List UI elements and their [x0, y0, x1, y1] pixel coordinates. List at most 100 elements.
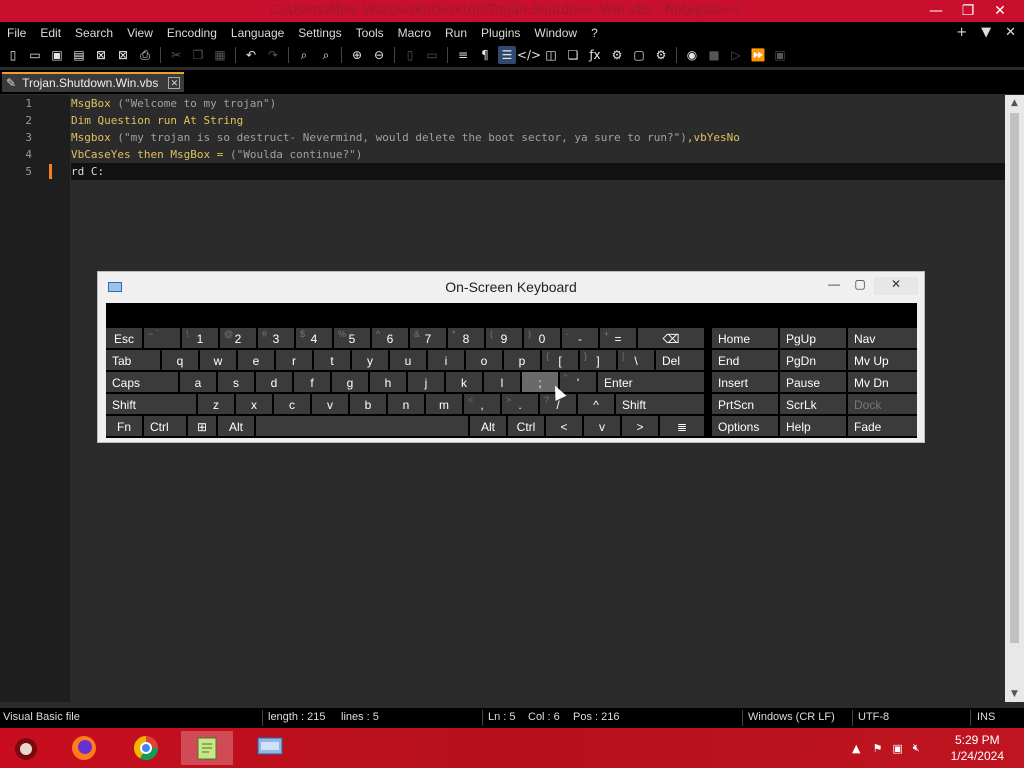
close-doc-icon[interactable]: ✕ [1005, 25, 1016, 40]
show-all-chars-icon[interactable]: ¶ [476, 46, 494, 64]
osk-maximize-icon[interactable]: ▢ [850, 277, 870, 295]
code-line[interactable]: VbCaseYes then MsgBox = ("Woulda continu… [71, 146, 362, 163]
osk-key[interactable]: Enter [598, 372, 704, 392]
firefox-taskbar-button[interactable] [58, 731, 110, 765]
osk-key[interactable]: % 5 [334, 328, 370, 348]
osk-key[interactable]: w [200, 350, 236, 370]
osk-key[interactable]: d [256, 372, 292, 392]
osk-nav-key[interactable]: PgUp [780, 328, 846, 348]
sync-horizontal-icon[interactable]: ▭ [423, 46, 441, 64]
print-icon[interactable]: ⎙ [136, 46, 154, 64]
osk-key[interactable]: n [388, 394, 424, 414]
show-hidden-icons-icon[interactable]: ▲ [852, 742, 860, 755]
osk-close-icon[interactable]: ✕ [874, 277, 918, 295]
osk-key[interactable]: r [276, 350, 312, 370]
xml-tag-icon[interactable]: </> [517, 46, 541, 64]
cut-icon[interactable]: ✂ [167, 46, 185, 64]
osk-nav-key[interactable]: End [712, 350, 778, 370]
word-wrap-icon[interactable]: ≡ [454, 46, 472, 64]
undo-icon[interactable]: ↶ [242, 46, 260, 64]
osk-key[interactable]: Fn [106, 416, 142, 436]
osk-key[interactable]: ) 0 [524, 328, 560, 348]
tab-close-icon[interactable]: ✕ [168, 77, 181, 89]
osk-key[interactable]: " ' [560, 372, 596, 392]
osk-nav-key[interactable]: Help [780, 416, 846, 436]
new-file-icon[interactable]: ▯ [4, 46, 22, 64]
close-icon[interactable]: ✕ [984, 0, 1016, 22]
osk-key[interactable]: > [622, 416, 658, 436]
sync-vertical-icon[interactable]: ▯ [401, 46, 419, 64]
osk-key[interactable]: e [238, 350, 274, 370]
osk-key[interactable]: Ctrl [508, 416, 544, 436]
scroll-thumb[interactable] [1010, 113, 1019, 643]
encoding[interactable]: UTF-8 [858, 711, 889, 723]
osk-key[interactable]: Shift [106, 394, 196, 414]
action-center-flag-icon[interactable]: ⚑ [872, 742, 882, 755]
osk-key[interactable]: Alt [470, 416, 506, 436]
osk-key[interactable]: j [408, 372, 444, 392]
menu-run[interactable]: Run [438, 26, 474, 40]
osk-key[interactable]: Del [656, 350, 704, 370]
osk-nav-key[interactable]: Mv Up [848, 350, 917, 370]
scroll-down-icon[interactable]: ▼ [1005, 686, 1024, 702]
osk-key[interactable]: b [350, 394, 386, 414]
osk-key[interactable]: c [274, 394, 310, 414]
start-button[interactable] [0, 731, 52, 765]
osk-key[interactable]: g [332, 372, 368, 392]
osk-key[interactable]: u [390, 350, 426, 370]
menu-macro[interactable]: Macro [391, 26, 438, 40]
osk-key[interactable]: + = [600, 328, 636, 348]
osk-key[interactable]: a [180, 372, 216, 392]
osk-key[interactable]: k [446, 372, 482, 392]
osk-taskbar-button[interactable] [244, 731, 296, 765]
title-bar[interactable]: C:\Users\Mike Wazowski\Desktop\Trojan.Sh… [0, 0, 1024, 22]
vertical-scrollbar[interactable]: ▲ ▼ [1005, 95, 1024, 702]
osk-key[interactable]: ≣ [660, 416, 704, 436]
osk-nav-key[interactable]: Fade [848, 416, 917, 436]
osk-key[interactable]: < [546, 416, 582, 436]
volume-muted-icon[interactable]: 🔇︎ [913, 741, 920, 755]
notepadpp-taskbar-button[interactable] [181, 731, 233, 765]
osk-nav-key[interactable]: Options [712, 416, 778, 436]
osk-minimize-icon[interactable]: — [824, 277, 844, 295]
zoom-out-icon[interactable]: ⊖ [370, 46, 388, 64]
save-macro-icon[interactable]: ▣ [771, 46, 789, 64]
osk-key[interactable]: p [504, 350, 540, 370]
osk-key[interactable]: @2 [220, 328, 256, 348]
osk-key[interactable]: -- [562, 328, 598, 348]
osk-key[interactable]: Esc [106, 328, 142, 348]
osk-key[interactable]: z [198, 394, 234, 414]
osk-key[interactable]: ! 1 [182, 328, 218, 348]
menu-search[interactable]: Search [68, 26, 120, 40]
osk-key[interactable]: >. [502, 394, 538, 414]
copy-icon[interactable]: ❐ [189, 46, 207, 64]
osk-key[interactable]: Caps [106, 372, 178, 392]
osk-nav-key[interactable]: Insert [712, 372, 778, 392]
save-all-icon[interactable]: ▤ [70, 46, 88, 64]
menu-view[interactable]: View [120, 26, 160, 40]
osk-key[interactable]: Ctrl [144, 416, 186, 436]
osk-key[interactable]: | \ [618, 350, 654, 370]
osk-title-bar[interactable]: On-Screen Keyboard — ▢ ✕ [98, 272, 924, 302]
code-line[interactable]: Msgbox ("my trojan is so destruct- Never… [71, 129, 740, 146]
zoom-in-icon[interactable]: ⊕ [348, 46, 366, 64]
code-line[interactable]: MsgBox ("Welcome to my trojan") [71, 95, 276, 112]
osk-nav-key[interactable]: Home [712, 328, 778, 348]
add-icon[interactable]: + [956, 25, 967, 40]
menu-encoding[interactable]: Encoding [160, 26, 224, 40]
osk-key[interactable]: * 8 [448, 328, 484, 348]
settings-icon[interactable]: ⚙ [652, 46, 670, 64]
osk-key[interactable]: Tab [106, 350, 160, 370]
open-file-icon[interactable]: ▭ [26, 46, 44, 64]
osk-key[interactable]: v [584, 416, 620, 436]
osk-key[interactable]: i [428, 350, 464, 370]
osk-key[interactable] [256, 416, 468, 436]
osk-key[interactable]: Shift [616, 394, 704, 414]
osk-key[interactable]: & 7 [410, 328, 446, 348]
osk-nav-key[interactable]: PrtScn [712, 394, 778, 414]
osk-key[interactable]: m [426, 394, 462, 414]
osk-key[interactable]: h [370, 372, 406, 392]
maximize-icon[interactable]: ❐ [952, 0, 984, 22]
osk-key[interactable]: <, [464, 394, 500, 414]
play-macro-icon[interactable]: ▷ [727, 46, 745, 64]
